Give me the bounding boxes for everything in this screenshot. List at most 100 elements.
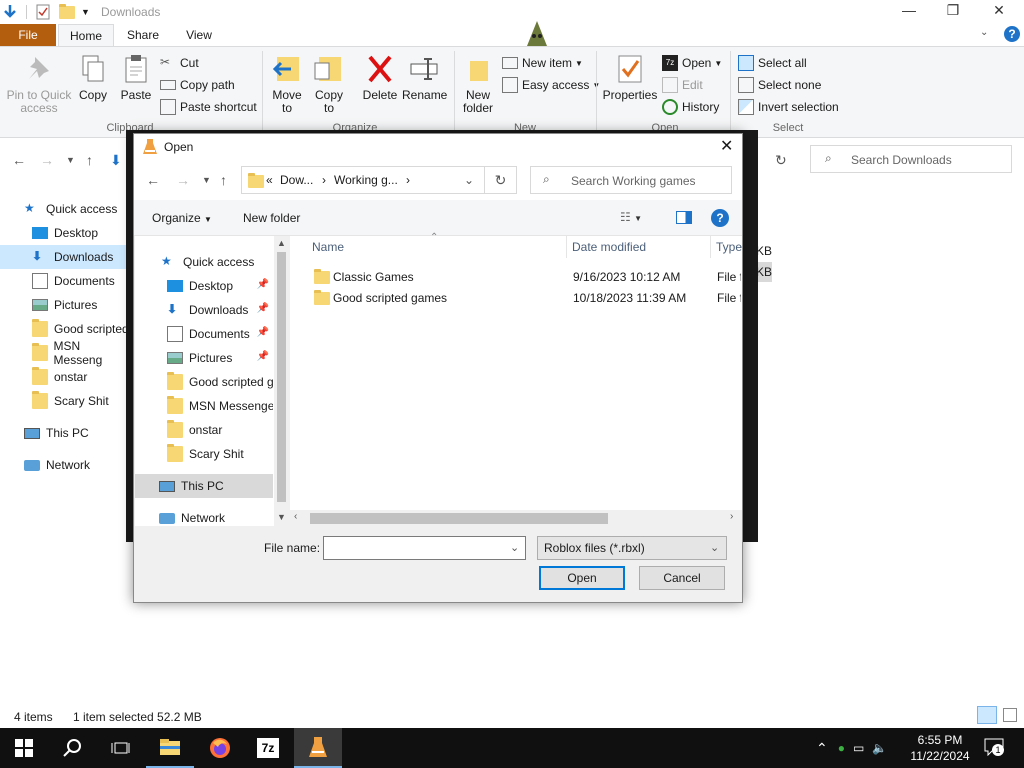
file-type-dropdown-icon[interactable]: ⌄ (710, 541, 719, 554)
sidebar-item-desktop[interactable]: Desktop (0, 221, 130, 245)
dialog-address-bar[interactable]: « Dow... › Working g... › ⌄ (241, 166, 485, 194)
tab-file[interactable]: File (0, 24, 56, 46)
column-header-type[interactable]: Type (710, 236, 750, 258)
sidebar-item-onstar[interactable]: onstar (0, 365, 130, 389)
pin-quick-access-button[interactable]: Pin to Quick access (6, 53, 72, 115)
change-view-icon[interactable]: ☷ ▼ (620, 210, 642, 224)
details-view-icon[interactable] (977, 706, 997, 724)
ribbon-expand-icon[interactable]: ⌄ (980, 27, 988, 38)
cut-button[interactable]: ✂ Cut (160, 54, 199, 72)
new-folder-qat-icon[interactable] (59, 3, 75, 19)
taskbar-roblox-studio[interactable] (294, 728, 342, 768)
edit-button[interactable]: Edit (662, 76, 703, 94)
organize-button[interactable]: Organize ▼ (152, 211, 212, 225)
column-header-name[interactable]: Name (306, 236, 566, 258)
scroll-right-icon[interactable]: › (730, 511, 733, 522)
sidebar-item-this-pc[interactable]: This PC (0, 421, 130, 445)
dialog-up-arrow-icon[interactable]: ↑ (220, 172, 227, 188)
dialog-help-icon[interactable]: ? (711, 209, 729, 227)
new-folder-button[interactable]: New folder (458, 53, 498, 115)
copy-button[interactable]: Copy (76, 53, 110, 102)
history-button[interactable]: History (662, 98, 719, 116)
breadcrumb-chevron-icon[interactable]: › (322, 173, 326, 187)
minimize-button[interactable]: — (886, 2, 932, 22)
help-icon[interactable]: ? (1004, 26, 1020, 42)
sidebar-item-scary-shit[interactable]: Scary Shit (0, 389, 130, 413)
taskbar-file-explorer[interactable] (146, 728, 194, 768)
file-name-dropdown-icon[interactable]: ⌄ (510, 541, 519, 554)
dialog-back-arrow-icon[interactable]: ← (146, 172, 160, 188)
paste-shortcut-button[interactable]: Paste shortcut (160, 98, 257, 116)
taskbar-clock[interactable]: 6:55 PM 11/22/2024 (900, 732, 980, 764)
back-arrow-icon[interactable]: ← (12, 152, 26, 168)
breadcrumb-working-games[interactable]: Working g... (334, 173, 398, 187)
sidebar-item-documents[interactable]: Documents (0, 269, 130, 293)
explorer-search-input[interactable]: ⌕ Search Downloads (810, 145, 1012, 173)
cancel-button[interactable]: Cancel (639, 566, 725, 590)
explorer-refresh-icon[interactable]: ↻ (775, 152, 787, 169)
address-dropdown-icon[interactable]: ⌄ (464, 173, 474, 187)
scroll-down-icon[interactable]: ▼ (277, 512, 286, 522)
easy-access-button[interactable]: Easy access▼ (502, 76, 600, 94)
move-to-button[interactable]: Move to (270, 53, 304, 115)
user-presence-icon[interactable]: ● (838, 741, 845, 755)
nav-item-desktop[interactable]: Desktop 📌 (135, 274, 273, 298)
start-button[interactable] (0, 728, 48, 768)
breadcrumb-chevron-icon[interactable]: › (406, 173, 410, 187)
nav-item-msn-messenger[interactable]: MSN Messenger (135, 394, 273, 418)
up-arrow-icon[interactable]: ↑ (86, 152, 93, 168)
copy-path-button[interactable]: Copy path (160, 76, 235, 94)
nav-item-pictures[interactable]: Pictures 📌 (135, 346, 273, 370)
action-center-button[interactable]: 1 (984, 738, 1004, 757)
maximize-button[interactable]: ❐ (930, 2, 976, 22)
search-button[interactable] (48, 728, 96, 768)
paste-button[interactable]: Paste (118, 53, 154, 102)
open-button[interactable]: 7z Open ▼ (662, 54, 722, 72)
explorer-download-icon[interactable] (2, 4, 18, 20)
volume-icon[interactable]: 🔈 (872, 741, 887, 755)
recent-locations-icon[interactable]: ▼ (66, 155, 75, 165)
invert-selection-button[interactable]: Invert selection (738, 98, 839, 116)
task-view-button[interactable] (96, 728, 144, 768)
select-none-button[interactable]: Select none (738, 76, 821, 94)
sidebar-item-pictures[interactable]: Pictures (0, 293, 130, 317)
new-item-button[interactable]: New item ▼ (502, 54, 583, 72)
breadcrumb-overflow[interactable]: « (266, 173, 273, 187)
nav-item-network[interactable]: Network (135, 506, 273, 526)
rename-button[interactable]: Rename (402, 53, 447, 102)
taskbar-7zip[interactable]: 7z (244, 728, 292, 768)
new-folder-button[interactable]: New folder (243, 211, 300, 225)
file-name-input[interactable]: ⌄ (323, 536, 526, 560)
properties-button[interactable]: Properties (602, 53, 658, 102)
dialog-forward-arrow-icon[interactable]: → (176, 172, 190, 188)
open-button[interactable]: Open (539, 566, 625, 590)
nav-item-scary-shit[interactable]: Scary Shit (135, 442, 273, 466)
delete-button[interactable]: Delete (360, 53, 400, 102)
tab-home[interactable]: Home (58, 24, 114, 46)
tab-share[interactable]: Share (118, 24, 168, 46)
tab-view[interactable]: View (174, 24, 224, 46)
dialog-recent-icon[interactable]: ▼ (202, 175, 211, 185)
nav-item-onstar[interactable]: onstar (135, 418, 273, 442)
sidebar-item-msn-messenger[interactable]: MSN Messeng (0, 339, 130, 367)
file-row[interactable]: Classic Games 9/16/2023 10:12 AM File fo (290, 266, 742, 287)
file-list-horizontal-scrollbar[interactable]: ‹ › (290, 510, 742, 526)
preview-pane-icon[interactable] (676, 211, 692, 224)
nav-item-this-pc[interactable]: This PC (135, 474, 273, 498)
customize-qat-icon[interactable]: ▼ (81, 7, 90, 17)
network-icon[interactable]: ▭ (853, 741, 864, 755)
scrollbar-thumb[interactable] (277, 252, 286, 502)
breadcrumb-downloads[interactable]: Dow... (280, 173, 313, 187)
column-header-date[interactable]: Date modified (566, 236, 710, 258)
dialog-search-input[interactable]: ⌕ Search Working games (530, 166, 732, 194)
forward-arrow-icon[interactable]: → (40, 152, 54, 168)
nav-vertical-scrollbar[interactable]: ▲ ▼ (274, 236, 289, 526)
dialog-refresh-button[interactable]: ↻ (485, 166, 517, 194)
copy-to-button[interactable]: Copy to (312, 53, 346, 115)
sidebar-item-good-scripted[interactable]: Good scripted (0, 317, 130, 341)
large-icons-view-icon[interactable] (1003, 708, 1017, 722)
scroll-left-icon[interactable]: ‹ (294, 511, 297, 522)
show-hidden-icons-icon[interactable]: ⌃ (816, 740, 828, 757)
dialog-close-icon[interactable]: ✕ (720, 136, 733, 156)
nav-item-documents[interactable]: Documents 📌 (135, 322, 273, 346)
